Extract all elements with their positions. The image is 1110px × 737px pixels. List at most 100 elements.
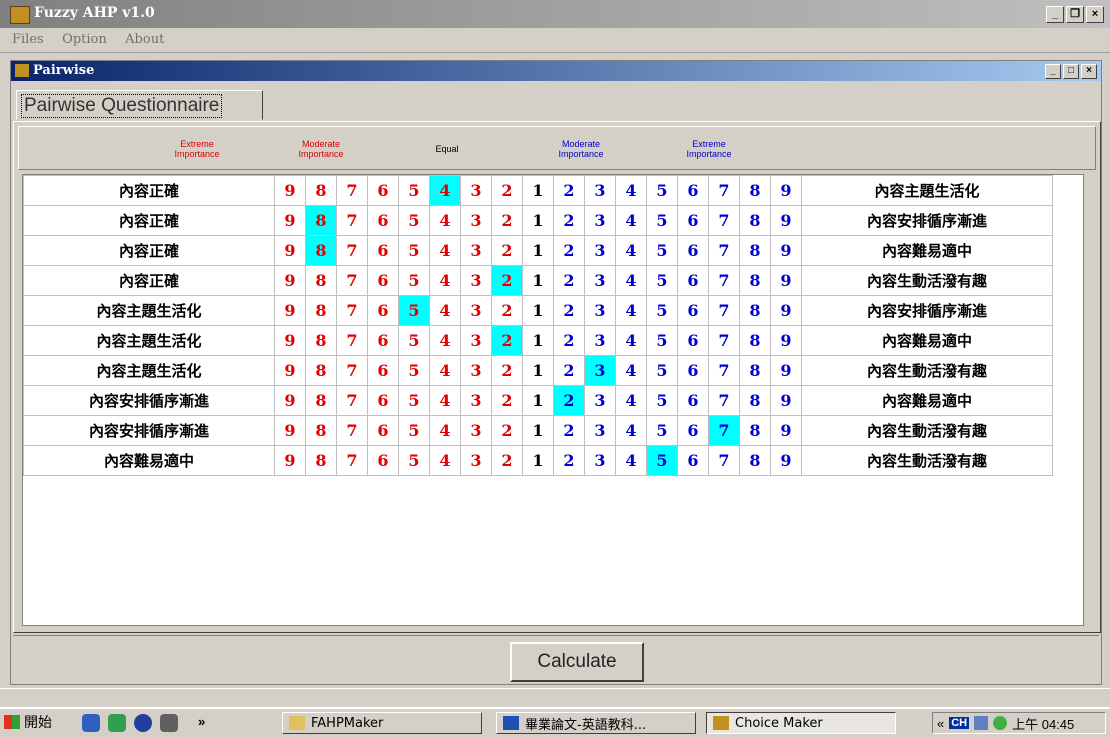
- scale-cell[interactable]: 6: [367, 235, 399, 266]
- scale-cell[interactable]: 2: [553, 385, 585, 416]
- scale-cell[interactable]: 2: [491, 355, 523, 386]
- scale-cell[interactable]: 8: [739, 355, 771, 386]
- scale-cell[interactable]: 7: [336, 295, 368, 326]
- scale-cell[interactable]: 7: [708, 205, 740, 236]
- scale-cell[interactable]: 9: [274, 265, 306, 296]
- scale-cell[interactable]: 3: [584, 385, 616, 416]
- scale-cell[interactable]: 5: [646, 355, 678, 386]
- scale-cell[interactable]: 7: [336, 385, 368, 416]
- scale-cell[interactable]: 6: [367, 445, 399, 476]
- scale-cell[interactable]: 4: [429, 235, 461, 266]
- scale-cell[interactable]: 8: [739, 325, 771, 356]
- scale-cell[interactable]: 5: [646, 295, 678, 326]
- scale-cell[interactable]: 6: [367, 385, 399, 416]
- scale-cell[interactable]: 3: [460, 175, 492, 206]
- scale-cell[interactable]: 9: [770, 295, 802, 326]
- scale-cell[interactable]: 7: [708, 355, 740, 386]
- scale-cell[interactable]: 5: [646, 415, 678, 446]
- scale-cell[interactable]: 3: [584, 175, 616, 206]
- scale-cell[interactable]: 1: [522, 355, 554, 386]
- scale-cell[interactable]: 3: [584, 415, 616, 446]
- scale-cell[interactable]: 2: [553, 175, 585, 206]
- scale-cell[interactable]: 6: [677, 325, 709, 356]
- scale-cell[interactable]: 5: [398, 205, 430, 236]
- scale-cell[interactable]: 9: [770, 265, 802, 296]
- scale-cell[interactable]: 9: [274, 295, 306, 326]
- scale-cell[interactable]: 4: [429, 325, 461, 356]
- scale-cell[interactable]: 4: [429, 295, 461, 326]
- scale-cell[interactable]: 7: [708, 265, 740, 296]
- scale-cell[interactable]: 2: [491, 265, 523, 296]
- scale-cell[interactable]: 8: [739, 385, 771, 416]
- child-minimize-button[interactable]: _: [1045, 64, 1061, 79]
- scale-cell[interactable]: 6: [677, 265, 709, 296]
- security-icon[interactable]: [993, 716, 1008, 730]
- scale-cell[interactable]: 5: [398, 295, 430, 326]
- close-button[interactable]: ×: [1086, 6, 1104, 23]
- scale-cell[interactable]: 3: [584, 265, 616, 296]
- scale-cell[interactable]: 7: [708, 175, 740, 206]
- scale-cell[interactable]: 1: [522, 445, 554, 476]
- scale-cell[interactable]: 7: [708, 325, 740, 356]
- scale-cell[interactable]: 2: [491, 385, 523, 416]
- scale-cell[interactable]: 4: [615, 235, 647, 266]
- scale-cell[interactable]: 4: [615, 355, 647, 386]
- scale-cell[interactable]: 3: [460, 415, 492, 446]
- scale-cell[interactable]: 5: [646, 325, 678, 356]
- scale-cell[interactable]: 3: [460, 445, 492, 476]
- menu-files[interactable]: Files: [12, 32, 44, 47]
- scale-cell[interactable]: 2: [491, 445, 523, 476]
- ie-icon[interactable]: [82, 714, 100, 732]
- scale-cell[interactable]: 5: [398, 385, 430, 416]
- language-indicator[interactable]: CH: [949, 717, 970, 729]
- scale-cell[interactable]: 9: [770, 415, 802, 446]
- task-fahpmaker[interactable]: FAHPMaker: [282, 712, 482, 734]
- scale-cell[interactable]: 5: [646, 385, 678, 416]
- scale-cell[interactable]: 1: [522, 205, 554, 236]
- scale-cell[interactable]: 1: [522, 325, 554, 356]
- scale-cell[interactable]: 9: [770, 325, 802, 356]
- scale-cell[interactable]: 9: [770, 355, 802, 386]
- globe-icon[interactable]: [134, 714, 152, 732]
- scale-cell[interactable]: 4: [429, 205, 461, 236]
- scale-cell[interactable]: 6: [677, 415, 709, 446]
- scale-cell[interactable]: 7: [336, 235, 368, 266]
- scale-cell[interactable]: 8: [305, 355, 337, 386]
- scale-cell[interactable]: 3: [584, 235, 616, 266]
- scale-cell[interactable]: 6: [367, 295, 399, 326]
- scale-cell[interactable]: 6: [677, 205, 709, 236]
- scale-cell[interactable]: 5: [646, 175, 678, 206]
- scale-cell[interactable]: 1: [522, 415, 554, 446]
- scale-cell[interactable]: 8: [305, 325, 337, 356]
- scale-cell[interactable]: 6: [367, 355, 399, 386]
- tab-pairwise-questionnaire[interactable]: Pairwise Questionnaire: [16, 90, 263, 120]
- scale-cell[interactable]: 7: [708, 385, 740, 416]
- scale-cell[interactable]: 4: [615, 205, 647, 236]
- scale-cell[interactable]: 7: [708, 295, 740, 326]
- scale-cell[interactable]: 8: [305, 205, 337, 236]
- scale-cell[interactable]: 7: [336, 415, 368, 446]
- scale-cell[interactable]: 8: [739, 445, 771, 476]
- scale-cell[interactable]: 5: [398, 235, 430, 266]
- input-method-icon[interactable]: [974, 716, 989, 730]
- scale-cell[interactable]: 8: [739, 205, 771, 236]
- scale-cell[interactable]: 5: [398, 265, 430, 296]
- scale-cell[interactable]: 6: [677, 385, 709, 416]
- scale-cell[interactable]: 8: [305, 175, 337, 206]
- menu-option[interactable]: Option: [62, 32, 107, 47]
- scale-cell[interactable]: 2: [491, 175, 523, 206]
- scale-cell[interactable]: 2: [553, 355, 585, 386]
- scale-cell[interactable]: 8: [739, 415, 771, 446]
- scale-cell[interactable]: 1: [522, 235, 554, 266]
- scale-cell[interactable]: 3: [460, 385, 492, 416]
- scale-cell[interactable]: 9: [770, 445, 802, 476]
- scale-cell[interactable]: 5: [646, 235, 678, 266]
- scale-cell[interactable]: 8: [739, 295, 771, 326]
- scale-cell[interactable]: 5: [398, 325, 430, 356]
- scale-cell[interactable]: 9: [770, 205, 802, 236]
- scale-cell[interactable]: 9: [274, 235, 306, 266]
- scale-cell[interactable]: 2: [491, 325, 523, 356]
- child-maximize-button[interactable]: □: [1063, 64, 1079, 79]
- scale-cell[interactable]: 6: [367, 205, 399, 236]
- scale-cell[interactable]: 9: [274, 355, 306, 386]
